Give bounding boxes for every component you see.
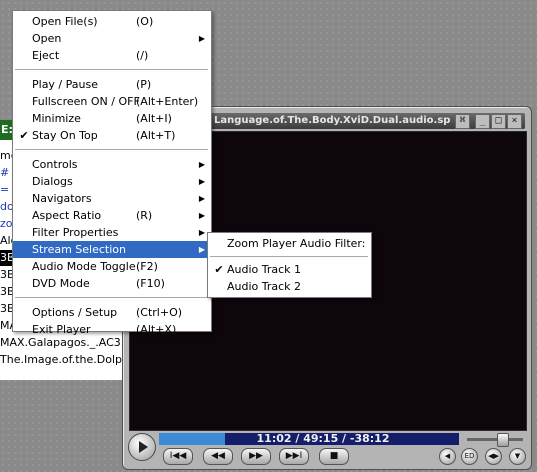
menu-item-label: Exit Player <box>32 323 91 336</box>
seek-bar-fill <box>159 433 225 445</box>
audio-filter-header: Zoom Player Audio Filter: <box>208 235 371 252</box>
maximize-button[interactable]: □ <box>491 114 506 129</box>
menu-item-shortcut: (Alt+X) <box>136 323 177 336</box>
menu-item-eject[interactable]: Eject (/) <box>13 47 211 64</box>
menu-item-shortcut: (P) <box>136 78 152 91</box>
menu-item-label: Minimize <box>32 112 81 125</box>
menu-item-open-file-s[interactable]: Open File(s) (O) <box>13 13 211 30</box>
context-menu: Open File(s) (O) Open ▶ Eject (/) Play / Pause… <box>12 10 212 336</box>
submenu-arrow-icon: ▶ <box>198 177 205 186</box>
menu-item-label: Audio Mode Toggle <box>32 260 136 273</box>
checkmark-icon: ✔ <box>19 129 29 142</box>
time-display: 11:02 / 49:15 / -38:12 <box>256 432 390 445</box>
menu-item-label: Play / Pause <box>32 78 98 91</box>
menu-item-label: DVD Mode <box>32 277 90 290</box>
submenu-arrow-icon: ▶ <box>198 160 205 169</box>
menu-item-minimize[interactable]: Minimize (Alt+I) <box>13 110 211 127</box>
menu-item-exit-player[interactable]: Exit Player (Alt+X) <box>13 321 211 338</box>
stream-selection-submenu: Zoom Player Audio Filter: ✔ Audio Track … <box>207 232 372 298</box>
submenu-arrow-icon: ▶ <box>198 245 205 254</box>
submenu-arrow-icon: ▶ <box>198 211 205 220</box>
menu-item-shortcut: (O) <box>136 15 154 28</box>
menu-item-shortcut: (/) <box>136 49 149 62</box>
menu-item-shortcut: (R) <box>136 209 153 222</box>
submenu-arrow-icon: ▶ <box>198 228 205 237</box>
menu-item-label: Open <box>32 32 62 45</box>
checkmark-icon: ✔ <box>214 263 224 276</box>
pin-icon[interactable]: ⌘ <box>455 114 470 129</box>
menu-item-navigators[interactable]: Navigators ▶ <box>13 190 211 207</box>
menu-item-shortcut: (Alt+I) <box>136 112 172 125</box>
menu-item-aspect-ratio[interactable]: Aspect Ratio (R) ▶ <box>13 207 211 224</box>
menu-item-fullscreen-on-off[interactable]: Fullscreen ON / OFF (Alt+Enter) <box>13 93 211 110</box>
fast-forward-button[interactable]: ▶▶ <box>241 448 271 465</box>
audio-track-1-item[interactable]: ✔ Audio Track 1 <box>208 261 371 278</box>
submenu-separator <box>210 256 368 258</box>
audio-filter-header-label: Zoom Player Audio Filter: <box>227 237 366 250</box>
audio-track-1-label: Audio Track 1 <box>227 263 302 276</box>
menu-item-dialogs[interactable]: Dialogs ▶ <box>13 173 211 190</box>
menu-item-shortcut: (Alt+Enter) <box>136 95 199 108</box>
menu-item-label: Fullscreen ON / OFF <box>32 95 140 108</box>
menu-separator <box>15 149 208 151</box>
menu-item-label: Controls <box>32 158 78 171</box>
menu-item-label: Open File(s) <box>32 15 98 28</box>
menu-button[interactable]: ▼ <box>509 448 526 465</box>
menu-item-play-pause[interactable]: Play / Pause (P) <box>13 76 211 93</box>
menu-item-open[interactable]: Open ▶ <box>13 30 211 47</box>
menu-item-label: Stream Selection <box>32 243 126 256</box>
menu-item-label: Navigators <box>32 192 92 205</box>
menu-item-shortcut: (F2) <box>136 260 158 273</box>
minimize-button[interactable]: _ <box>475 114 490 129</box>
submenu-arrow-icon: ▶ <box>198 194 205 203</box>
menu-item-controls[interactable]: Controls ▶ <box>13 156 211 173</box>
close-button[interactable]: × <box>507 114 522 129</box>
equalizer-button[interactable]: ED <box>461 448 478 465</box>
volume-slider-track[interactable] <box>467 438 523 441</box>
menu-item-shortcut: (F10) <box>136 277 165 290</box>
audio-button[interactable]: ◀ <box>439 448 456 465</box>
menu-item-label: Filter Properties <box>32 226 119 239</box>
menu-item-options-setup[interactable]: Options / Setup (Ctrl+O) <box>13 304 211 321</box>
player-title: Language.of.The.Body.XviD.Dual.audio.spa… <box>214 115 450 126</box>
audio-track-2-item[interactable]: Audio Track 2 <box>208 278 371 295</box>
menu-item-label: Aspect Ratio <box>32 209 102 222</box>
rewind-button[interactable]: ◀◀ <box>203 448 233 465</box>
menu-item-label: Options / Setup <box>32 306 118 319</box>
menu-item-label: Eject <box>32 49 60 62</box>
previous-button[interactable]: I◀◀ <box>163 448 193 465</box>
menu-item-dvd-mode[interactable]: DVD Mode (F10) <box>13 275 211 292</box>
menu-item-label: Stay On Top <box>32 129 98 142</box>
menu-item-label: Dialogs <box>32 175 73 188</box>
submenu-arrow-icon: ▶ <box>198 34 205 43</box>
menu-item-filter-properties[interactable]: Filter Properties ▶ <box>13 224 211 241</box>
audio-track-2-label: Audio Track 2 <box>227 280 302 293</box>
play-icon <box>139 441 148 453</box>
menu-item-audio-mode-toggle[interactable]: Audio Mode Toggle (F2) <box>13 258 211 275</box>
menu-separator <box>15 297 208 299</box>
volume-slider-knob[interactable] <box>497 433 509 447</box>
menu-item-stream-selection[interactable]: Stream Selection ▶ <box>13 241 211 258</box>
stop-button[interactable]: ■ <box>319 448 349 465</box>
menu-item-shortcut: (Ctrl+O) <box>136 306 183 319</box>
menu-item-shortcut: (Alt+T) <box>136 129 176 142</box>
menu-separator <box>15 69 208 71</box>
play-button[interactable] <box>128 433 156 461</box>
next-button[interactable]: ▶▶I <box>279 448 309 465</box>
navigation-button[interactable]: ◀▶ <box>485 448 502 465</box>
menu-item-stay-on-top[interactable]: ✔ Stay On Top (Alt+T) <box>13 127 211 144</box>
